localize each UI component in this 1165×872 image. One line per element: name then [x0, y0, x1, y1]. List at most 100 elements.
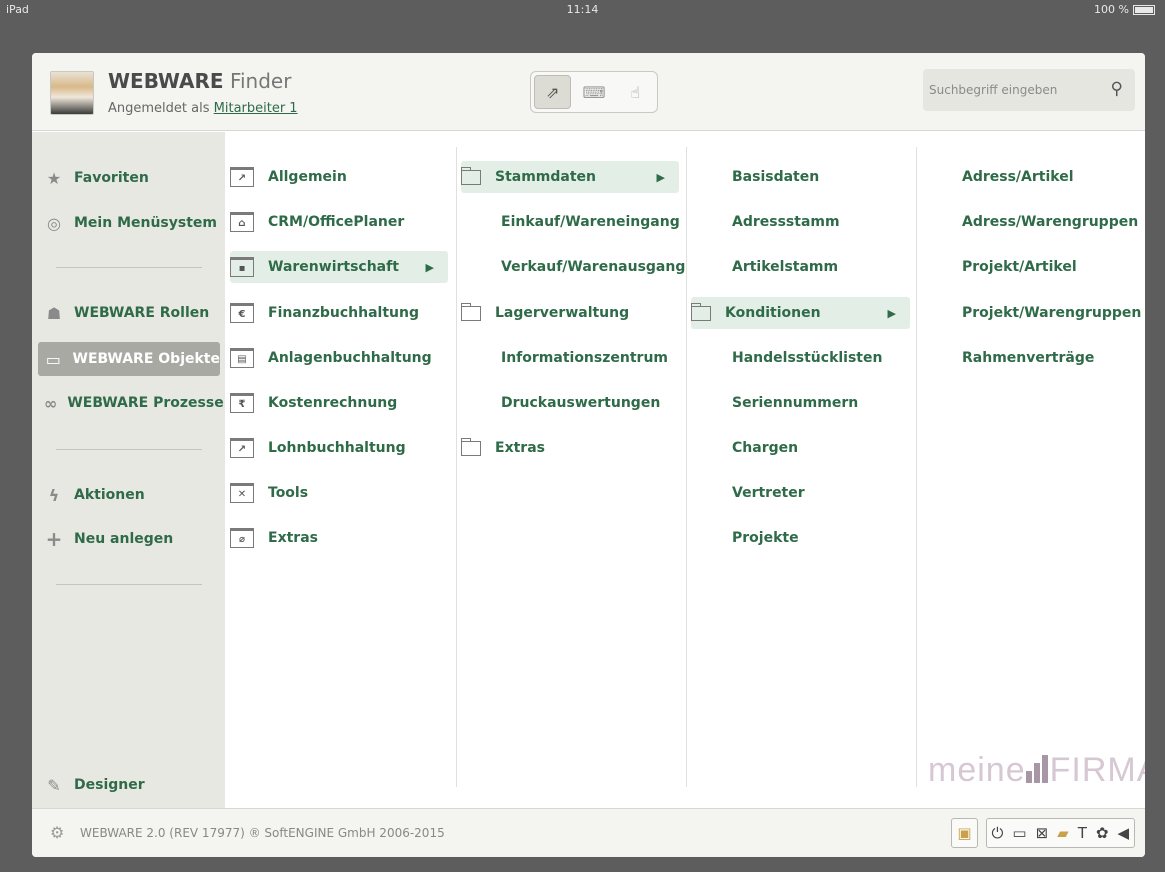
entry-basisdaten[interactable]: Basisdaten: [732, 161, 910, 193]
resize-icon[interactable]: ⊠: [1036, 824, 1049, 842]
logo-text-bold: FIRMA: [1049, 751, 1145, 789]
chevron-right-icon: ▶: [656, 170, 665, 184]
sidebar-item-label: Neu anlegen: [74, 531, 174, 547]
sidebar-item-neu-anlegen[interactable]: + Neu anlegen: [38, 522, 220, 556]
submodule-extras[interactable]: Extras: [461, 432, 679, 464]
submodule-label: Verkauf/Warenausgang: [501, 259, 686, 275]
search-input[interactable]: [929, 79, 1089, 101]
sidebar-item-objekte[interactable]: ▭ WEBWARE Objekte: [38, 342, 220, 376]
submodule-informationszentrum[interactable]: Informationszentrum: [501, 342, 681, 374]
sidebar-item-prozesse[interactable]: ∞ WEBWARE Prozesse: [38, 386, 224, 420]
submodule-einkauf[interactable]: Einkauf/Wareneingang: [501, 206, 681, 238]
module-extras[interactable]: ⌀ Extras: [230, 522, 448, 554]
sidebar-item-menuesystem[interactable]: ◎ Mein Menüsystem: [38, 206, 220, 240]
column-divider: [456, 147, 457, 787]
entry-handelsstuecklisten[interactable]: Handelsstücklisten: [732, 342, 910, 374]
column-divider: [916, 147, 917, 787]
sidebar-item-label: Aktionen: [74, 487, 145, 503]
submodule-lagerverwaltung[interactable]: Lagerverwaltung: [461, 297, 679, 329]
user-link[interactable]: Mitarbeiter 1: [214, 101, 298, 116]
entry-adress-warengruppen[interactable]: Adress/Warengruppen: [962, 206, 1138, 238]
sidebar-item-favoriten[interactable]: ★ Favoriten: [38, 161, 220, 195]
module-finanzbuchhaltung[interactable]: € Finanzbuchhaltung: [230, 297, 448, 329]
login-info: Angemeldet als Mitarbeiter 1: [108, 101, 298, 116]
module-lohnbuchhaltung[interactable]: ↗ Lohnbuchhaltung: [230, 432, 448, 464]
logo-bars-icon: [1025, 753, 1050, 792]
submodule-label: Stammdaten: [495, 169, 597, 185]
header: WEBWARE Finder Angemeldet als Mitarbeite…: [32, 53, 1145, 131]
module-tools[interactable]: ✕ Tools: [230, 477, 448, 509]
entry-projekt-warengruppen[interactable]: Projekt/Warengruppen: [962, 297, 1141, 329]
submodule-label: Extras: [495, 440, 545, 456]
tools-icon: ✕: [230, 483, 254, 503]
entry-rahmenvertraege[interactable]: Rahmenverträge: [962, 342, 1137, 374]
keyboard-mode-button[interactable]: ⌨: [575, 75, 612, 109]
module-label: Warenwirtschaft: [268, 259, 399, 275]
module-label: Extras: [268, 530, 318, 546]
entry-konditionen[interactable]: Konditionen ▶: [691, 297, 910, 329]
gear-icon[interactable]: ⚙: [50, 823, 64, 842]
sidebar-item-label: WEBWARE Prozesse: [67, 395, 224, 411]
entry-label: Artikelstamm: [732, 259, 839, 275]
sidebar-item-rollen[interactable]: ☗ WEBWARE Rollen: [38, 296, 220, 330]
entry-adressstamm[interactable]: Adressstamm: [732, 206, 910, 238]
palette-icon[interactable]: ✿: [1096, 824, 1109, 842]
entry-vertreter[interactable]: Vertreter: [732, 477, 910, 509]
entry-artikelstamm[interactable]: Artikelstamm: [732, 251, 910, 283]
module-label: Lohnbuchhaltung: [268, 440, 406, 456]
search-icon[interactable]: ⚲: [1111, 79, 1123, 99]
entry-label: Projekt/Artikel: [962, 259, 1077, 275]
plus-icon: +: [45, 527, 63, 551]
entry-seriennummern[interactable]: Seriennummern: [732, 387, 910, 419]
keyboard-icon: ⌨: [582, 82, 606, 102]
user-avatar[interactable]: [50, 71, 94, 115]
hand-pointer-icon: ☝: [630, 82, 641, 102]
coin-icon: €: [230, 303, 254, 323]
input-mode-switch: ⇗ ⌨ ☝: [530, 71, 658, 113]
footer-toolbar: ▣ ⏻ ▭ ⊠ ▰ T ✿ ◀: [951, 818, 1135, 848]
entry-label: Seriennummern: [732, 395, 859, 411]
system-toolbar: ⏻ ▭ ⊠ ▰ T ✿ ◀: [985, 818, 1135, 848]
sidebar-item-label: WEBWARE Rollen: [74, 305, 210, 321]
entry-label: Handelsstücklisten: [732, 350, 883, 366]
module-kostenrechnung[interactable]: ₹ Kostenrechnung: [230, 387, 448, 419]
entry-label: Chargen: [732, 440, 799, 456]
arrow-icon: ⇗: [545, 82, 560, 102]
paperclip-icon: ⌀: [230, 528, 254, 548]
entry-projekt-artikel[interactable]: Projekt/Artikel: [962, 251, 1137, 283]
submodule-druckauswertungen[interactable]: Druckauswertungen: [501, 387, 681, 419]
currency-icon: ₹: [230, 393, 254, 413]
submodule-verkauf[interactable]: Verkauf/Warenausgang: [501, 251, 685, 283]
module-warenwirtschaft[interactable]: ▪ Warenwirtschaft ▶: [230, 251, 448, 283]
module-crm[interactable]: ⌂ CRM/OfficePlaner: [230, 206, 448, 238]
sidebar-item-designer[interactable]: ✎ Designer: [38, 768, 220, 802]
entry-label: Adress/Artikel: [962, 169, 1074, 185]
logo-text-thin: meine: [928, 751, 1026, 789]
pointer-mode-button[interactable]: ⇗: [534, 75, 572, 109]
submodule-stammdaten[interactable]: Stammdaten ▶: [461, 161, 679, 193]
sidebar-item-label: Designer: [74, 777, 145, 793]
folder-icon: [461, 302, 481, 321]
module-anlagenbuchhaltung[interactable]: ▤ Anlagenbuchhaltung: [230, 342, 448, 374]
sidebar-item-label: Favoriten: [74, 170, 149, 186]
entry-label: Projekt/Warengruppen: [962, 305, 1142, 321]
entry-chargen[interactable]: Chargen: [732, 432, 910, 464]
entry-label: Konditionen: [725, 305, 821, 321]
touch-mode-button[interactable]: ☝: [617, 75, 654, 109]
module-allgemein[interactable]: ↗ Allgemein: [230, 161, 448, 193]
sidebar-item-aktionen[interactable]: ϟ Aktionen: [38, 478, 220, 512]
entry-adress-artikel[interactable]: Adress/Artikel: [962, 161, 1137, 193]
console-icon[interactable]: ▭: [1012, 824, 1026, 842]
module-label: Finanzbuchhaltung: [268, 305, 420, 321]
power-icon[interactable]: ⏻: [992, 824, 1004, 842]
module-label: CRM/OfficePlaner: [268, 214, 405, 230]
speaker-icon[interactable]: ◀: [1117, 824, 1129, 842]
chevron-right-icon: ▶: [425, 260, 434, 274]
user-folder-icon: ▣: [957, 824, 972, 842]
entry-projekte[interactable]: Projekte: [732, 522, 910, 554]
submodule-label: Lagerverwaltung: [495, 305, 630, 321]
sidebar-item-label: WEBWARE Objekte: [72, 351, 221, 367]
clapperboard-icon[interactable]: ▰: [1057, 824, 1069, 842]
text-icon[interactable]: T: [1078, 824, 1087, 842]
user-folder-button[interactable]: ▣: [951, 818, 978, 848]
